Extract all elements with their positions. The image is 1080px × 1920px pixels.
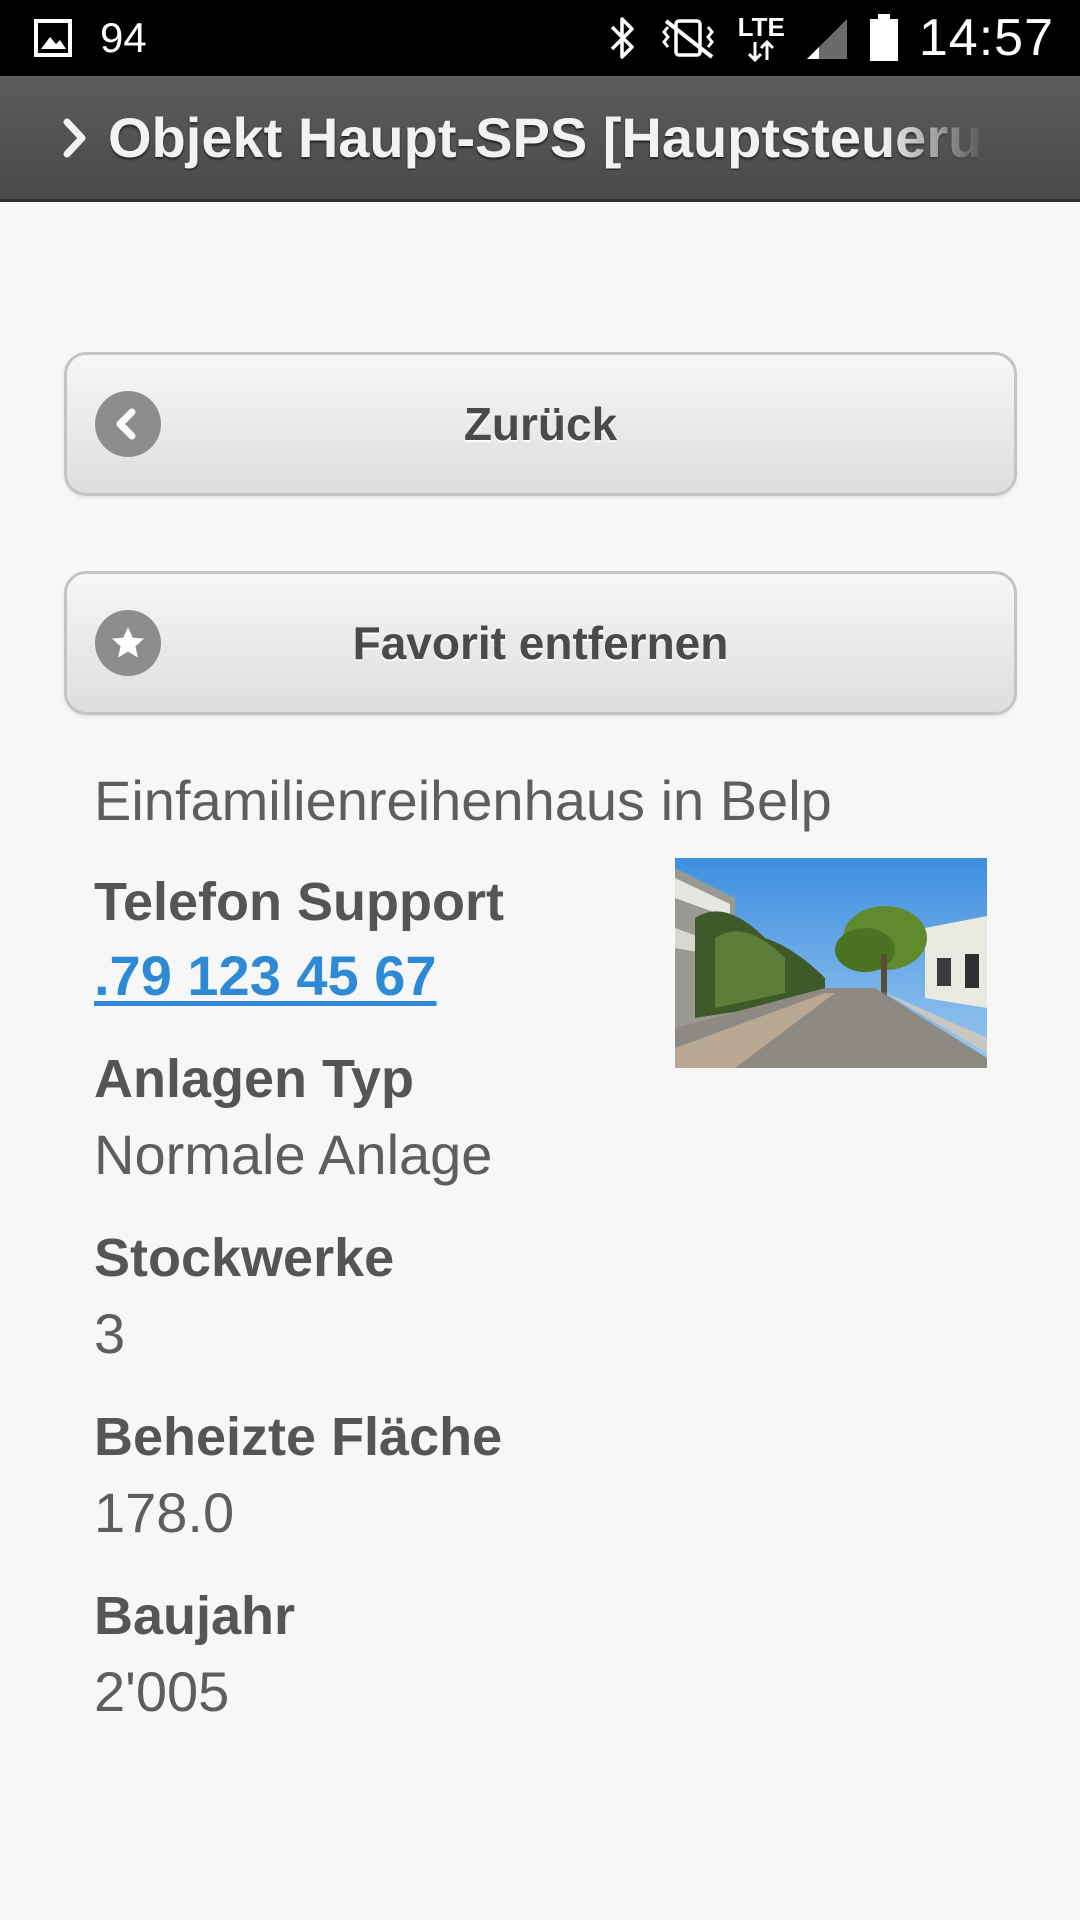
back-button-label: Zurück <box>463 398 618 450</box>
field-telefon-support: Telefon Support .79 123 45 67 <box>94 871 994 1008</box>
support-phone-link[interactable]: .79 123 45 67 <box>94 944 437 1007</box>
back-button[interactable]: Zurück <box>64 352 1017 496</box>
field-anlagen-typ: Anlagen Typ Normale Anlage <box>94 1048 994 1187</box>
field-stockwerke: Stockwerke 3 <box>94 1227 994 1366</box>
remove-favorite-button[interactable]: Favorit entfernen <box>64 571 1017 715</box>
network-type: LTE <box>737 12 785 42</box>
field-label: Baujahr <box>94 1586 296 1646</box>
status-bar: 94 LTE 14:57 <box>0 0 1080 76</box>
field-value: 2'005 <box>94 1660 230 1723</box>
field-value: 3 <box>94 1302 126 1365</box>
remove-favorite-label: Favorit entfernen <box>352 617 729 669</box>
object-details: Einfamilienreihenhaus in Belp Telefon Su… <box>94 768 994 1724</box>
chevron-right-icon <box>62 114 94 162</box>
title-bar[interactable]: Objekt Haupt-SPS [Hauptsteuerung] <box>0 76 1080 202</box>
star-icon <box>95 610 161 676</box>
object-description: Einfamilienreihenhaus in Belp <box>94 769 832 832</box>
field-label: Beheizte Fläche <box>94 1407 503 1467</box>
lte-icon: LTE <box>738 14 785 62</box>
bluetooth-icon <box>608 15 638 61</box>
chevron-left-icon <box>95 391 161 457</box>
field-beheizte-flaeche: Beheizte Fläche 178.0 <box>94 1406 994 1545</box>
gallery-icon <box>34 19 72 57</box>
battery-icon <box>869 14 899 62</box>
field-label: Telefon Support <box>94 872 504 932</box>
clock: 14:57 <box>918 9 1054 67</box>
field-label: Stockwerke <box>94 1228 395 1288</box>
field-value: Normale Anlage <box>94 1123 493 1186</box>
field-value: 178.0 <box>94 1481 235 1544</box>
field-label: Anlagen Typ <box>94 1049 415 1109</box>
signal-icon <box>805 15 849 61</box>
field-baujahr: Baujahr 2'005 <box>94 1585 994 1724</box>
notification-count: 94 <box>100 14 147 61</box>
page-title: Objekt Haupt-SPS [Hauptsteuerung] <box>108 106 988 169</box>
vibrate-off-icon <box>658 15 718 61</box>
